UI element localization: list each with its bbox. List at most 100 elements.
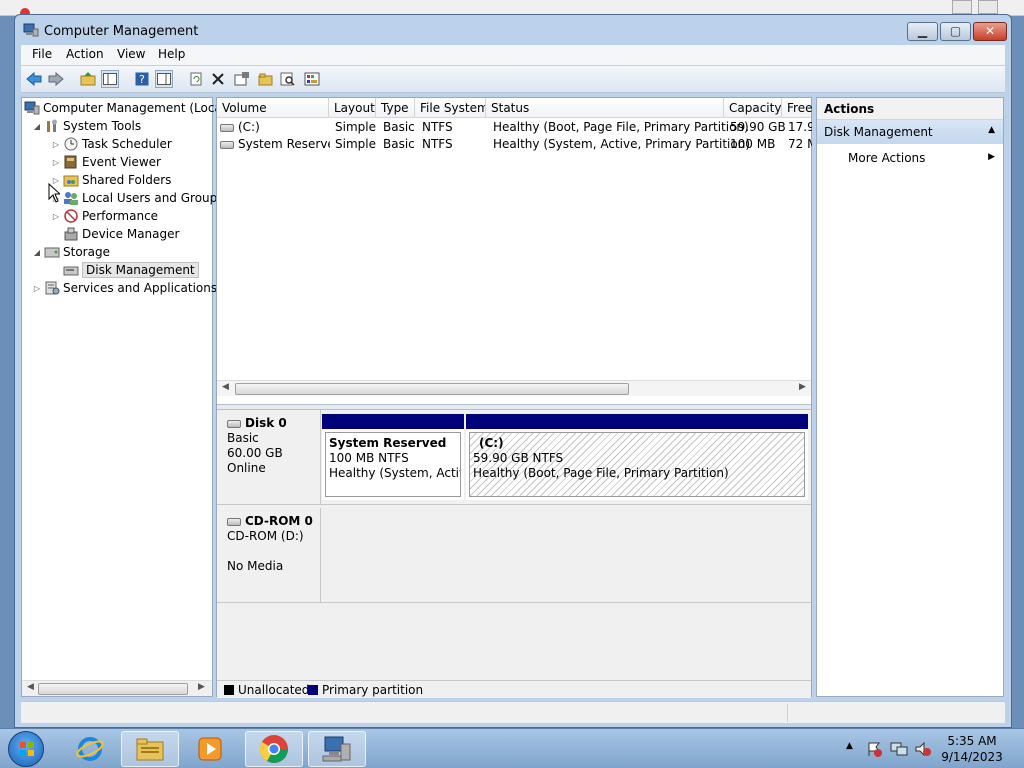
- primary-partition-bar: [466, 414, 808, 429]
- taskbar-computer-management[interactable]: [308, 731, 366, 767]
- legend-unallocated: Unallocated: [238, 683, 310, 697]
- tree-item-label: Services and Applications: [63, 281, 218, 295]
- search-icon[interactable]: [279, 70, 297, 88]
- background-minimize-button[interactable]: [952, 0, 972, 14]
- tree-item-system-tools[interactable]: ◢ System Tools: [32, 117, 141, 135]
- layout-cell: Simple: [335, 137, 376, 151]
- column-header-capacity[interactable]: Capacity: [724, 98, 782, 118]
- up-folder-icon[interactable]: [79, 70, 97, 88]
- volume-name-cell: (C:): [220, 119, 330, 136]
- scroll-right-arrow-icon[interactable]: ▶: [799, 382, 806, 392]
- cdrom-icon: [227, 517, 241, 526]
- forward-icon[interactable]: [47, 70, 65, 88]
- taskbar-windows-media-player[interactable]: [181, 731, 239, 767]
- background-restore-button[interactable]: [978, 0, 998, 14]
- scroll-left-arrow-icon[interactable]: ◀: [27, 682, 34, 692]
- expanded-arrow-icon[interactable]: ◢: [32, 122, 42, 131]
- legend-primary-partition: Primary partition: [322, 683, 424, 697]
- actions-header: Actions: [817, 98, 1003, 120]
- tree-item-storage[interactable]: ◢ Storage: [32, 243, 110, 261]
- volume-list-horizontal-scrollbar[interactable]: ◀ ▶: [217, 380, 811, 396]
- users-icon: [64, 192, 78, 205]
- tree-item-label: Computer Management (Local: [43, 101, 226, 115]
- more-actions-label: More Actions: [848, 151, 926, 165]
- partition-system-reserved[interactable]: System Reserved 100 MB NTFS Healthy (Sys…: [322, 414, 464, 500]
- tree-item-device-manager[interactable]: Device Manager: [63, 225, 179, 243]
- partition-c-drive[interactable]: (C:) 59.90 GB NTFS Healthy (Boot, Page F…: [466, 414, 808, 500]
- close-button[interactable]: ✕: [973, 22, 1007, 41]
- menu-action[interactable]: Action: [66, 47, 104, 61]
- column-header-volume[interactable]: Volume: [217, 98, 329, 118]
- delete-icon[interactable]: [209, 70, 227, 88]
- partition-size: 100 MB NTFS: [329, 451, 409, 465]
- collapsed-arrow-icon[interactable]: ▷: [51, 212, 61, 221]
- scroll-thumb[interactable]: [38, 683, 188, 695]
- cdrom-0-label[interactable]: CD-ROM 0 CD-ROM (D:) No Media: [217, 508, 321, 602]
- tree-item-services-and-applications[interactable]: ▷ Services and Applications: [32, 279, 217, 297]
- tree-item-label: Shared Folders: [82, 173, 172, 187]
- computer-management-icon: [322, 736, 351, 762]
- partition-legend: Unallocated Primary partition: [217, 680, 811, 698]
- tree-item-shared-folders[interactable]: ▷ Shared Folders: [51, 171, 171, 189]
- storage-icon: [44, 247, 60, 258]
- tree-item-performance[interactable]: ▷ Performance: [51, 207, 158, 225]
- window-title: Computer Management: [44, 24, 199, 39]
- tree-item-computer-management[interactable]: Computer Management (Local: [24, 99, 225, 117]
- show-hide-tree-icon[interactable]: [101, 70, 119, 88]
- disk-0-label[interactable]: Disk 0 Basic 60.00 GB Online: [217, 410, 321, 504]
- start-button[interactable]: [8, 731, 44, 767]
- properties-icon[interactable]: [233, 70, 251, 88]
- tree-item-label: System Tools: [63, 119, 142, 133]
- column-header-type[interactable]: Type: [376, 98, 415, 118]
- menu-file[interactable]: File: [32, 47, 52, 61]
- status-cell: Healthy (Boot, Page File, Primary Partit…: [493, 120, 749, 134]
- volume-muted-icon[interactable]: [914, 741, 932, 757]
- scroll-left-arrow-icon[interactable]: ◀: [222, 382, 229, 392]
- settings-icon[interactable]: [303, 70, 321, 88]
- taskbar-internet-explorer[interactable]: [61, 731, 119, 767]
- divider: [217, 504, 811, 505]
- show-hide-action-pane-icon[interactable]: [155, 70, 173, 88]
- system-clock[interactable]: 5:35 AM 9/14/2023: [936, 733, 1008, 765]
- cdrom-status: No Media: [227, 559, 284, 573]
- title-bar[interactable]: Computer Management ▁ ▢ ✕: [15, 15, 1011, 45]
- show-hidden-icons-arrow-icon[interactable]: ▲: [846, 741, 853, 751]
- menu-help[interactable]: Help: [158, 47, 185, 61]
- tree-item-task-scheduler[interactable]: ▷ Task Scheduler: [51, 135, 172, 153]
- column-header-status[interactable]: Status: [486, 98, 724, 118]
- tree-item-local-users-and-groups[interactable]: ▷ Local Users and Groups: [51, 189, 224, 207]
- windows-media-player-icon: [198, 737, 222, 761]
- collapsed-arrow-icon[interactable]: ▷: [32, 284, 42, 293]
- maximize-button[interactable]: ▢: [940, 22, 971, 41]
- minimize-button[interactable]: ▁: [907, 22, 938, 41]
- cdrom-blank-line: [227, 544, 320, 559]
- event-viewer-icon: [64, 155, 77, 169]
- partition-name: (C:): [479, 436, 504, 450]
- help-icon[interactable]: ?: [133, 70, 151, 88]
- taskbar-windows-explorer[interactable]: [121, 731, 179, 767]
- taskbar-chrome[interactable]: [245, 731, 303, 767]
- tree-item-disk-management[interactable]: Disk Management: [63, 261, 199, 279]
- column-header-file-system[interactable]: File System: [415, 98, 486, 118]
- action-center-icon[interactable]: [866, 741, 882, 757]
- column-header-layout[interactable]: Layout: [329, 98, 376, 118]
- tree-item-label: Device Manager: [82, 227, 180, 241]
- collapse-arrow-icon[interactable]: ▲: [988, 125, 995, 135]
- tree-item-event-viewer[interactable]: ▷ Event Viewer: [51, 153, 161, 171]
- scroll-thumb[interactable]: [235, 383, 629, 395]
- expanded-arrow-icon[interactable]: ◢: [32, 248, 42, 257]
- network-icon[interactable]: [890, 741, 908, 757]
- disk-name: CD-ROM 0: [245, 514, 313, 528]
- more-actions-item[interactable]: More Actions ▶: [817, 148, 1003, 168]
- tree-horizontal-scrollbar[interactable]: ◀ ▶: [22, 680, 212, 696]
- performance-icon: [64, 209, 78, 223]
- collapsed-arrow-icon[interactable]: ▷: [51, 140, 61, 149]
- column-header-free[interactable]: Free: [782, 98, 813, 118]
- back-icon[interactable]: [25, 70, 43, 88]
- menu-view[interactable]: View: [117, 47, 145, 61]
- collapsed-arrow-icon[interactable]: ▷: [51, 158, 61, 167]
- scroll-right-arrow-icon[interactable]: ▶: [198, 682, 205, 692]
- refresh-icon[interactable]: [187, 70, 205, 88]
- open-icon[interactable]: [257, 70, 275, 88]
- actions-section-disk-management[interactable]: Disk Management ▲: [817, 120, 1003, 144]
